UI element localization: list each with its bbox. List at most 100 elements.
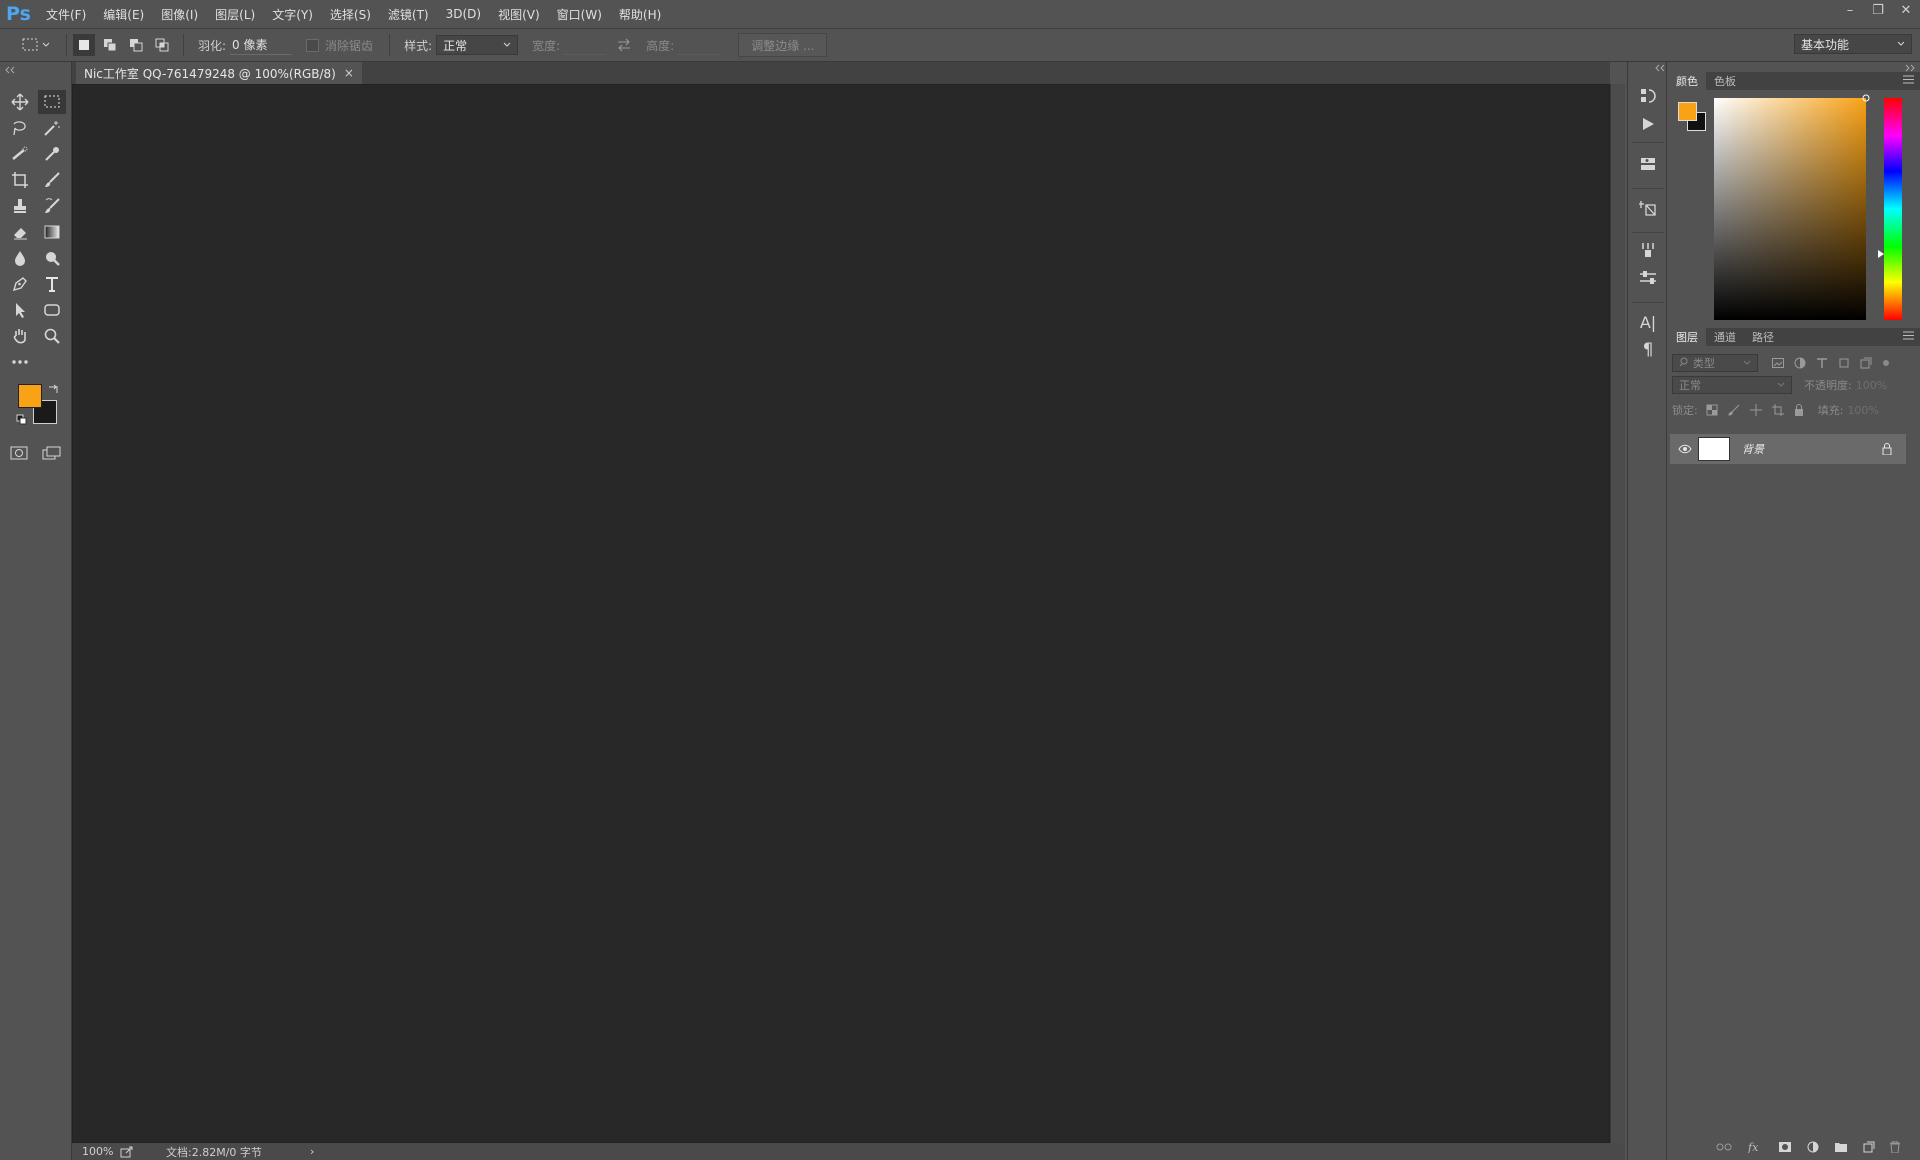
tab-layers[interactable]: 图层 bbox=[1668, 328, 1706, 346]
shape-filter-icon[interactable] bbox=[1838, 357, 1850, 369]
filter-toggle-icon[interactable] bbox=[1882, 359, 1890, 367]
smart-object-filter-icon[interactable] bbox=[1860, 357, 1872, 369]
color-panel-foreground-swatch[interactable] bbox=[1678, 102, 1697, 121]
menu-edit[interactable]: 编辑(E) bbox=[103, 6, 144, 23]
clone-source-panel-button[interactable] bbox=[1636, 196, 1660, 220]
dodge-tool[interactable] bbox=[38, 246, 66, 270]
opacity-value[interactable]: 100% bbox=[1856, 379, 1887, 392]
status-menu-arrow[interactable]: › bbox=[310, 1145, 314, 1158]
panel-menu-icon[interactable] bbox=[1903, 75, 1914, 84]
new-adjustment-icon[interactable] bbox=[1807, 1141, 1819, 1153]
swap-colors-icon[interactable] bbox=[47, 383, 59, 395]
tool-preset-picker[interactable] bbox=[12, 32, 60, 58]
workspace-select[interactable]: 基本功能 bbox=[1794, 34, 1912, 54]
zoom-level[interactable]: 100% bbox=[82, 1145, 120, 1158]
layer-row-background[interactable]: 背景 bbox=[1670, 434, 1906, 464]
tab-swatches[interactable]: 色板 bbox=[1706, 72, 1744, 90]
default-colors-icon[interactable] bbox=[16, 414, 28, 426]
swap-arrows-icon[interactable] bbox=[616, 38, 632, 52]
menu-image[interactable]: 图像(I) bbox=[161, 6, 198, 23]
path-selection-tool[interactable] bbox=[6, 298, 34, 322]
canvas-area[interactable] bbox=[72, 84, 1610, 1143]
blur-tool[interactable] bbox=[6, 246, 34, 270]
eraser-tool[interactable] bbox=[6, 220, 34, 244]
lasso-tool[interactable] bbox=[6, 116, 34, 140]
subtract-selection-button[interactable] bbox=[125, 34, 147, 56]
image-filter-icon[interactable] bbox=[1772, 358, 1784, 368]
menu-3d[interactable]: 3D(D) bbox=[446, 7, 481, 21]
layer-mask-icon[interactable] bbox=[1778, 1141, 1792, 1153]
collapse-arrows-icon[interactable] bbox=[1904, 64, 1916, 72]
menu-select[interactable]: 选择(S) bbox=[330, 6, 371, 23]
clone-stamp-tool[interactable] bbox=[6, 194, 34, 218]
width-input[interactable] bbox=[564, 35, 607, 55]
menu-filter[interactable]: 滤镜(T) bbox=[388, 6, 429, 23]
close-button[interactable]: ✕ bbox=[1892, 0, 1920, 20]
tab-color[interactable]: 颜色 bbox=[1668, 72, 1706, 90]
quick-mask-icon[interactable] bbox=[10, 446, 28, 460]
menu-help[interactable]: 帮助(H) bbox=[619, 6, 661, 23]
new-selection-button[interactable] bbox=[73, 34, 95, 56]
pen-tool[interactable] bbox=[6, 272, 34, 296]
new-layer-icon[interactable] bbox=[1863, 1141, 1875, 1153]
eye-visibility-icon[interactable] bbox=[1678, 444, 1692, 454]
adjustments-panel-button[interactable] bbox=[1636, 266, 1660, 290]
fx-icon[interactable]: fx bbox=[1747, 1141, 1763, 1153]
fill-value[interactable]: 100% bbox=[1847, 404, 1878, 417]
lock-pixels-icon[interactable] bbox=[1728, 404, 1740, 416]
lock-position-icon[interactable] bbox=[1749, 404, 1762, 416]
color-spectrum-field[interactable] bbox=[1714, 94, 1870, 320]
layer-filter-select[interactable]: 类型 bbox=[1672, 354, 1758, 372]
brush-tool[interactable] bbox=[38, 168, 66, 192]
intersect-selection-button[interactable] bbox=[151, 34, 173, 56]
blend-mode-select[interactable]: 正常 bbox=[1672, 376, 1792, 394]
move-tool[interactable] bbox=[6, 90, 34, 114]
antialias-checkbox[interactable] bbox=[306, 38, 320, 52]
document-tab[interactable]: Nic工作室 QQ-761479248 @ 100%(RGB/8) × bbox=[76, 62, 362, 84]
hue-slider-handle-icon[interactable] bbox=[1878, 250, 1884, 258]
history-brush-tool[interactable] bbox=[38, 194, 66, 218]
zoom-tool[interactable] bbox=[38, 324, 66, 348]
foreground-color-swatch[interactable] bbox=[18, 384, 42, 408]
history-panel-button[interactable] bbox=[1636, 84, 1660, 108]
trash-icon[interactable] bbox=[1890, 1141, 1901, 1153]
screen-mode-icon[interactable] bbox=[42, 446, 62, 460]
character-panel-button[interactable]: A| bbox=[1636, 310, 1660, 334]
menu-file[interactable]: 文件(F) bbox=[46, 6, 86, 23]
type-tool[interactable] bbox=[38, 272, 66, 296]
hand-tool[interactable] bbox=[6, 324, 34, 348]
refine-edge-button[interactable]: 调整边缘 ... bbox=[738, 33, 828, 57]
gradient-tool[interactable] bbox=[38, 220, 66, 244]
tab-channels[interactable]: 通道 bbox=[1706, 328, 1744, 346]
menu-window[interactable]: 窗口(W) bbox=[557, 6, 602, 23]
more-tools-button[interactable] bbox=[6, 350, 34, 374]
minimize-button[interactable]: – bbox=[1836, 0, 1864, 20]
actions-panel-button[interactable] bbox=[1636, 112, 1660, 136]
libraries-panel-button[interactable] bbox=[1636, 152, 1660, 176]
hue-slider[interactable] bbox=[1878, 98, 1902, 320]
close-tab-icon[interactable]: × bbox=[344, 66, 354, 80]
lock-transparent-icon[interactable] bbox=[1706, 404, 1718, 416]
menu-view[interactable]: 视图(V) bbox=[498, 6, 540, 23]
type-filter-icon[interactable] bbox=[1816, 357, 1828, 369]
paragraph-panel-button[interactable]: ¶ bbox=[1636, 338, 1660, 362]
add-selection-button[interactable] bbox=[99, 34, 121, 56]
lock-all-icon[interactable] bbox=[1794, 404, 1804, 416]
export-icon[interactable] bbox=[120, 1146, 134, 1158]
magic-wand-tool[interactable] bbox=[38, 116, 66, 140]
feather-input[interactable] bbox=[230, 35, 293, 55]
adjustment-filter-icon[interactable] bbox=[1794, 357, 1806, 369]
eyedropper-tool[interactable] bbox=[38, 142, 66, 166]
brush-presets-panel-button[interactable] bbox=[1636, 238, 1660, 262]
crop-tool[interactable] bbox=[6, 168, 34, 192]
collapse-arrows-icon[interactable] bbox=[4, 66, 16, 74]
link-layers-icon[interactable] bbox=[1716, 1143, 1732, 1151]
quick-selection-tool[interactable] bbox=[6, 142, 34, 166]
menu-layer[interactable]: 图层(L) bbox=[215, 6, 255, 23]
vertical-scrollbar[interactable] bbox=[1610, 84, 1625, 1143]
menu-type[interactable]: 文字(Y) bbox=[272, 6, 313, 23]
panel-menu-icon[interactable] bbox=[1903, 331, 1914, 340]
tab-paths[interactable]: 路径 bbox=[1744, 328, 1782, 346]
rect-marquee-tool[interactable] bbox=[38, 90, 66, 114]
height-input[interactable] bbox=[678, 35, 721, 55]
